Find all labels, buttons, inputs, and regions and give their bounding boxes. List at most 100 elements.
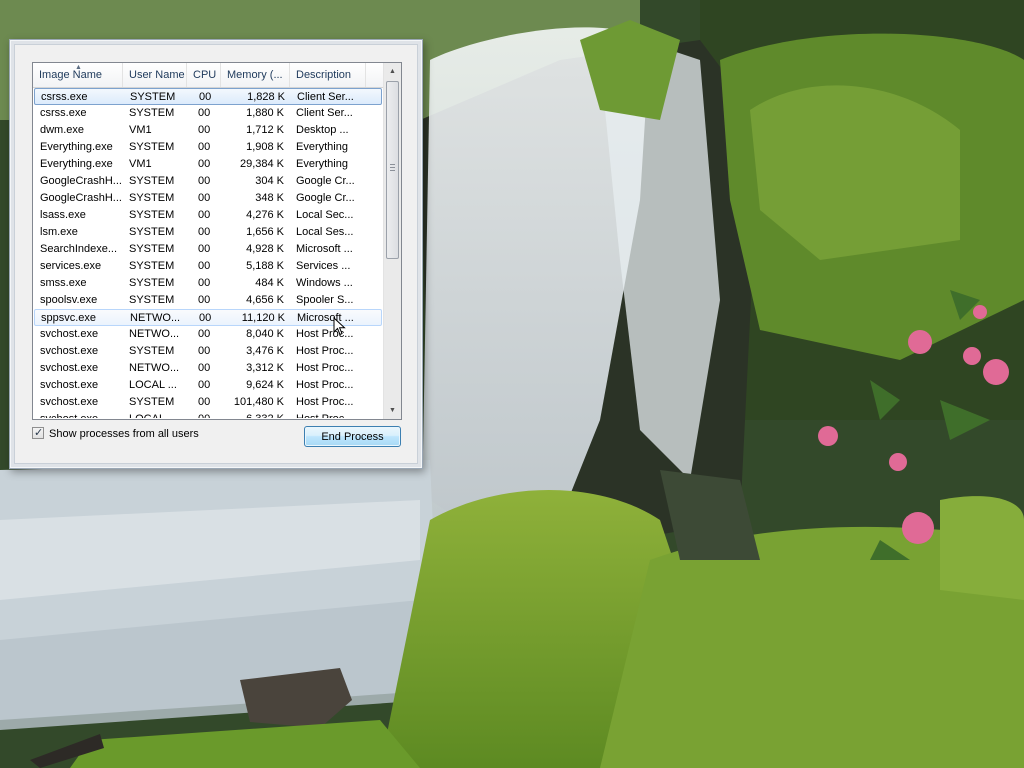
column-header-user-name[interactable]: User Name bbox=[123, 63, 187, 87]
process-name-cell: lsass.exe bbox=[40, 209, 86, 221]
process-cpu-cell: 00 bbox=[198, 345, 211, 357]
process-row[interactable]: svchost.exe NETWO... 00 3,312 K Host Proc... bbox=[34, 360, 382, 377]
column-header-label: Description bbox=[296, 69, 352, 81]
process-cpu-cell: 00 bbox=[198, 209, 211, 221]
process-name-cell: svchost.exe bbox=[40, 328, 99, 340]
process-cpu-cell: 00 bbox=[199, 312, 212, 324]
process-mem-cell: 1,656 K bbox=[246, 226, 284, 238]
process-user-cell: LOCAL ... bbox=[129, 379, 177, 391]
process-cpu-cell: 00 bbox=[198, 362, 211, 374]
process-cpu-cell: 00 bbox=[198, 192, 211, 204]
column-header-label: Image Name bbox=[39, 69, 102, 81]
process-cpu-cell: 00 bbox=[198, 141, 211, 153]
desktop: ▲ Image Name User Name CPU Memory (... D… bbox=[0, 0, 1024, 768]
scrollbar-thumb[interactable] bbox=[386, 81, 399, 259]
process-user-cell: SYSTEM bbox=[129, 396, 175, 408]
process-row[interactable]: Everything.exe SYSTEM 00 1,908 K Everything bbox=[34, 139, 382, 156]
process-desc-cell: Google Cr... bbox=[296, 175, 355, 187]
process-mem-cell: 1,828 K bbox=[247, 91, 285, 103]
scroll-down-arrow-icon[interactable]: ▼ bbox=[384, 402, 401, 419]
task-manager-processes-panel: ▲ Image Name User Name CPU Memory (... D… bbox=[9, 39, 423, 469]
process-cpu-cell: 00 bbox=[198, 260, 211, 272]
process-desc-cell: Google Cr... bbox=[296, 192, 355, 204]
process-user-cell: SYSTEM bbox=[129, 226, 175, 238]
column-header-cpu[interactable]: CPU bbox=[187, 63, 221, 87]
checkmark-icon: ✓ bbox=[34, 427, 44, 439]
process-user-cell: SYSTEM bbox=[129, 243, 175, 255]
sort-ascending-icon: ▲ bbox=[75, 64, 82, 71]
process-mem-cell: 6,332 K bbox=[224, 411, 284, 418]
show-all-users-label: Show processes from all users bbox=[49, 428, 199, 440]
process-rows: csrss.exe SYSTEM 00 1,828 K Client Ser... csr… bbox=[33, 88, 383, 418]
process-row[interactable]: lsass.exe SYSTEM 00 4,276 K Local Sec... bbox=[34, 207, 382, 224]
process-row[interactable]: lsm.exe SYSTEM 00 1,656 K Local Ses... bbox=[34, 224, 382, 241]
process-row[interactable]: GoogleCrashH... SYSTEM 00 304 K Google Cr... bbox=[34, 173, 382, 190]
checkbox-box[interactable]: ✓ bbox=[32, 427, 44, 439]
process-row[interactable]: services.exe SYSTEM 00 5,188 K Services ... bbox=[34, 258, 382, 275]
process-name-cell: services.exe bbox=[40, 260, 102, 272]
process-mem-cell: 101,480 K bbox=[233, 396, 284, 408]
process-row[interactable]: spoolsv.exe SYSTEM 00 4,656 K Spooler S... bbox=[34, 292, 382, 309]
process-cpu-cell: 00 bbox=[198, 277, 211, 289]
column-header-description[interactable]: Description bbox=[290, 63, 366, 87]
process-user-cell: SYSTEM bbox=[130, 91, 176, 103]
process-user-cell: SYSTEM bbox=[129, 260, 175, 272]
process-name-cell: dwm.exe bbox=[40, 124, 85, 136]
process-row[interactable]: Everything.exe VM1 00 29,384 K Everything bbox=[34, 156, 382, 173]
process-desc-cell: Host Proc... bbox=[296, 379, 354, 391]
process-mem-cell: 5,188 K bbox=[246, 260, 284, 272]
process-row[interactable]: csrss.exe SYSTEM 00 1,880 K Client Ser... bbox=[34, 105, 382, 122]
process-name-cell: SearchIndexe... bbox=[40, 243, 118, 255]
process-mem-cell: 304 K bbox=[255, 175, 284, 187]
process-mem-cell: 1,712 K bbox=[246, 124, 284, 136]
column-header-image-name[interactable]: ▲ Image Name bbox=[33, 63, 123, 87]
process-desc-cell: Windows ... bbox=[296, 277, 353, 289]
process-desc-cell: Everything bbox=[296, 158, 348, 170]
process-row[interactable]: GoogleCrashH... SYSTEM 00 348 K Google Cr... bbox=[34, 190, 382, 207]
process-row[interactable]: dwm.exe VM1 00 1,712 K Desktop ... bbox=[34, 122, 382, 139]
process-user-cell: SYSTEM bbox=[129, 277, 175, 289]
vertical-scrollbar[interactable]: ▲ ▼ bbox=[383, 63, 401, 419]
process-cpu-cell: 00 bbox=[198, 175, 211, 187]
process-row[interactable]: svchost.exe NETWO... 00 8,040 K Host Proc... bbox=[34, 326, 382, 343]
process-cpu-cell: 00 bbox=[199, 91, 212, 103]
process-cpu-cell: 00 bbox=[198, 124, 211, 136]
process-desc-cell: Host Proc... bbox=[296, 345, 354, 357]
process-row[interactable]: svchost.exe LOCAL ... 00 6,332 K Host Proc..… bbox=[34, 411, 382, 418]
process-mem-cell: 9,624 K bbox=[246, 379, 284, 391]
process-cpu-cell: 00 bbox=[198, 328, 211, 340]
process-mem-cell: 3,476 K bbox=[246, 345, 284, 357]
process-list[interactable]: ▲ Image Name User Name CPU Memory (... D… bbox=[32, 62, 402, 420]
process-desc-cell: Microsoft ... bbox=[296, 243, 353, 255]
process-desc-cell: Client Ser... bbox=[297, 91, 354, 103]
column-header-memory[interactable]: Memory (... bbox=[221, 63, 290, 87]
process-user-cell: NETWO... bbox=[130, 312, 181, 324]
process-cpu-cell: 00 bbox=[198, 294, 211, 306]
process-name-cell: sppsvc.exe bbox=[41, 312, 97, 324]
process-row[interactable]: SearchIndexe... SYSTEM 00 4,928 K Microsoft … bbox=[34, 241, 382, 258]
process-user-cell: SYSTEM bbox=[129, 294, 175, 306]
process-cpu-cell: 00 bbox=[198, 243, 211, 255]
process-row[interactable]: csrss.exe SYSTEM 00 1,828 K Client Ser... bbox=[34, 88, 382, 105]
thumb-grip bbox=[390, 170, 395, 171]
process-row[interactable]: sppsvc.exe NETWO... 00 11,120 K Microsoft ..… bbox=[34, 309, 382, 326]
process-mem-cell: 484 K bbox=[255, 277, 284, 289]
process-cpu-cell: 00 bbox=[198, 396, 211, 408]
process-name-cell: svchost.exe bbox=[40, 362, 99, 374]
process-row[interactable]: svchost.exe SYSTEM 00 101,480 K Host Proc... bbox=[34, 394, 382, 411]
process-row[interactable]: svchost.exe SYSTEM 00 3,476 K Host Proc... bbox=[34, 343, 382, 360]
process-row[interactable]: svchost.exe LOCAL ... 00 9,624 K Host Proc..… bbox=[34, 377, 382, 394]
process-row[interactable]: smss.exe SYSTEM 00 484 K Windows ... bbox=[34, 275, 382, 292]
process-user-cell: NETWO... bbox=[129, 362, 180, 374]
process-desc-cell: Local Ses... bbox=[296, 226, 354, 238]
scroll-up-arrow-icon[interactable]: ▲ bbox=[384, 63, 401, 80]
process-name-cell: Everything.exe bbox=[40, 158, 113, 170]
process-cpu-cell: 00 bbox=[198, 411, 216, 418]
process-user-cell: SYSTEM bbox=[129, 141, 175, 153]
process-cpu-cell: 00 bbox=[198, 226, 211, 238]
process-desc-cell: Desktop ... bbox=[296, 124, 349, 136]
process-user-cell: SYSTEM bbox=[129, 209, 175, 221]
process-desc-cell: Host Proc... bbox=[296, 396, 354, 408]
process-name-cell: svchost.exe bbox=[40, 411, 124, 418]
end-process-button[interactable]: End Process bbox=[304, 426, 401, 447]
